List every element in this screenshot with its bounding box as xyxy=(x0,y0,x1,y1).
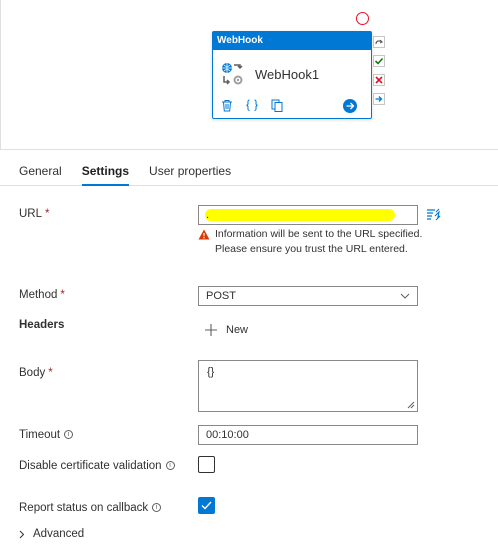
tab-general[interactable]: General xyxy=(19,156,62,185)
body-value: {} xyxy=(207,366,215,378)
delete-activity-icon[interactable] xyxy=(356,12,369,25)
checkmark-icon xyxy=(201,501,212,510)
timeout-input[interactable]: 00:10:00 xyxy=(198,425,418,445)
completion-port-icon[interactable] xyxy=(373,93,385,105)
success-port-icon[interactable] xyxy=(373,55,385,67)
body-textarea[interactable]: {} xyxy=(198,360,418,412)
failure-port-icon[interactable] xyxy=(373,74,385,86)
url-redaction-highlight xyxy=(205,209,395,221)
dependency-ports xyxy=(373,36,385,105)
method-value: POST xyxy=(206,290,236,302)
tab-settings[interactable]: Settings xyxy=(81,156,130,186)
timeout-info-icon[interactable]: i xyxy=(64,430,74,439)
canvas-left-border xyxy=(0,0,1,150)
pipeline-canvas[interactable]: WebHook WebHook1 xyxy=(0,0,498,150)
activity-name: WebHook1 xyxy=(255,66,320,82)
tab-user-properties[interactable]: User properties xyxy=(149,156,231,185)
add-header-label: New xyxy=(226,324,249,336)
delete-icon[interactable] xyxy=(221,99,233,112)
timeout-label: Timeout i xyxy=(19,429,74,441)
activity-type-header: WebHook xyxy=(213,32,371,50)
disable-cert-info-icon[interactable]: i xyxy=(165,461,175,470)
url-warning-text: Information will be sent to the URL spec… xyxy=(215,228,423,255)
url-label: URL * xyxy=(19,208,50,220)
body-required-mark: * xyxy=(48,367,53,379)
headers-label: Headers xyxy=(19,319,65,331)
webhook-activity-node[interactable]: WebHook WebHook1 xyxy=(212,31,372,119)
warning-icon xyxy=(198,229,210,240)
copy-icon[interactable] xyxy=(271,99,283,112)
plus-icon xyxy=(205,324,217,336)
advanced-expander[interactable]: Advanced xyxy=(19,528,84,540)
method-select[interactable]: POST xyxy=(198,286,418,306)
method-label: Method * xyxy=(19,289,65,301)
method-required-mark: * xyxy=(60,289,65,301)
url-warning: Information will be sent to the URL spec… xyxy=(198,227,428,257)
go-to-activity-icon[interactable] xyxy=(343,99,357,113)
report-status-label: Report status on callback i xyxy=(19,502,162,514)
add-header-button[interactable]: New xyxy=(205,324,248,336)
advanced-label: Advanced xyxy=(33,528,85,540)
body-label: Body * xyxy=(19,367,53,379)
timeout-value: 00:10:00 xyxy=(206,429,249,441)
report-status-checkbox[interactable] xyxy=(198,497,215,514)
properties-tab-bar: General Settings User properties xyxy=(0,156,498,186)
report-status-info-icon[interactable]: i xyxy=(152,503,162,512)
url-value: . xyxy=(206,209,210,221)
code-icon[interactable] xyxy=(245,99,259,112)
chevron-down-icon xyxy=(400,293,410,299)
skipped-port-icon[interactable] xyxy=(373,36,385,48)
disable-cert-label: Disable certificate validation i xyxy=(19,460,175,472)
url-required-mark: * xyxy=(45,208,50,220)
resize-handle-icon[interactable] xyxy=(407,401,415,409)
dynamic-content-icon[interactable] xyxy=(426,207,441,221)
disable-cert-checkbox[interactable] xyxy=(198,456,215,473)
webhook-icon xyxy=(222,63,243,85)
url-input[interactable]: . xyxy=(198,205,418,225)
chevron-right-icon xyxy=(19,530,25,538)
